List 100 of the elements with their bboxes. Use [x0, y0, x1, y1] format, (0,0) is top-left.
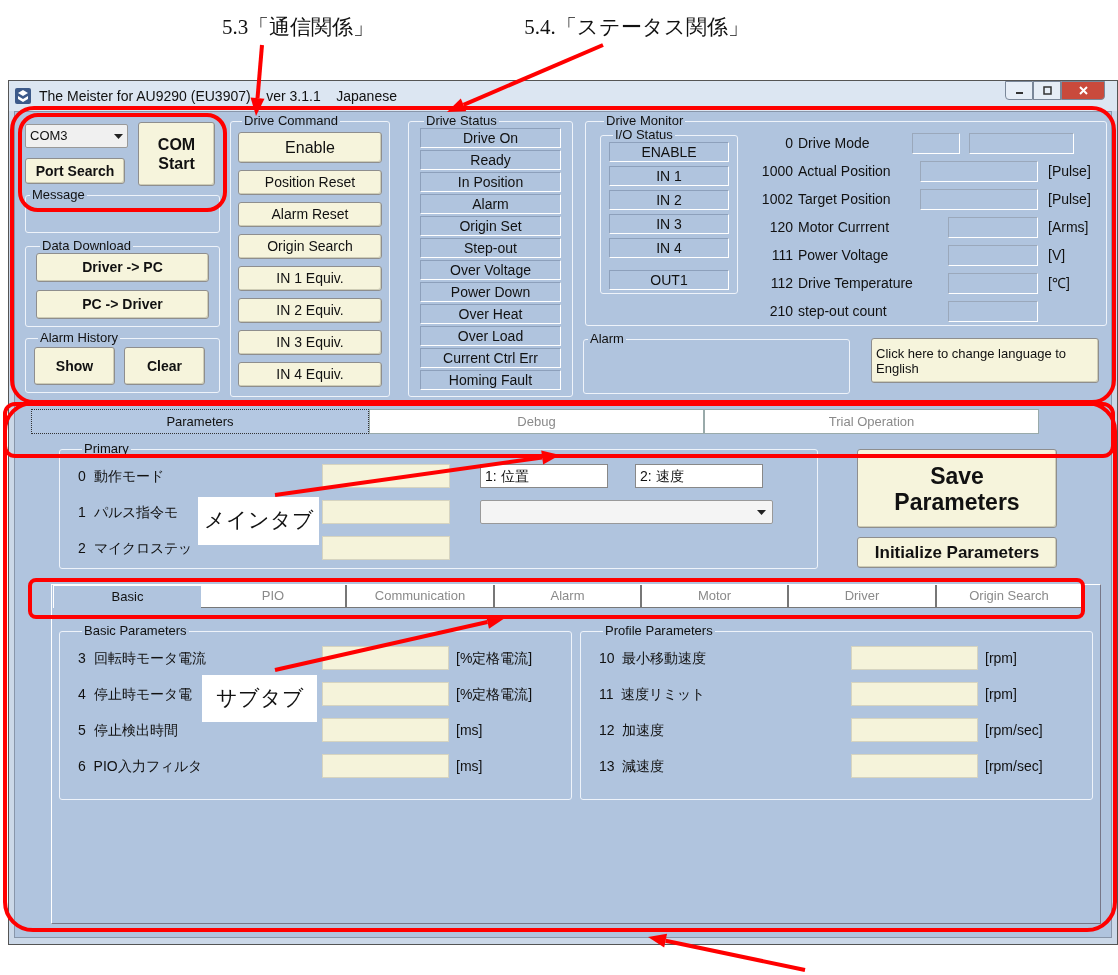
parameter-field[interactable] — [322, 500, 450, 524]
parameter-label: 6 PIO入力フィルタ — [78, 757, 202, 774]
unit-label: [%定格電流] — [456, 684, 533, 704]
com-start-button[interactable]: COM Start — [138, 122, 215, 186]
parameter-label: 13 減速度 — [599, 757, 665, 774]
unit-label: [ms] — [456, 756, 483, 776]
parameter-field[interactable] — [322, 536, 450, 560]
download-button[interactable]: PC -> Driver — [36, 290, 209, 319]
monitor-number: 112 — [769, 274, 793, 293]
parameter-field[interactable] — [851, 718, 978, 742]
sub-tab[interactable]: Alarm — [495, 585, 642, 608]
monitor-number: 111 — [770, 246, 793, 265]
parameter-field[interactable] — [851, 754, 978, 778]
unit-label: [ms] — [456, 720, 483, 740]
monitor-label: Actual Position — [798, 162, 892, 181]
command-button[interactable]: Position Reset — [238, 170, 382, 195]
monitor-label: Power Voltage — [798, 246, 890, 265]
parameter-field[interactable] — [851, 646, 978, 670]
unit-label: [Arms] — [1048, 219, 1089, 235]
sub-tab[interactable]: Motor — [642, 585, 789, 608]
unit-label: [Pulse] — [1048, 163, 1091, 179]
unit-label: [%定格電流] — [456, 648, 533, 668]
group-label: Data Download — [41, 239, 132, 253]
io-indicator: OUT1 — [609, 270, 729, 290]
app-icon — [15, 88, 31, 104]
sub-tab[interactable]: Origin Search — [937, 585, 1083, 608]
parameter-label: 2 マイクロステッ — [78, 539, 192, 556]
unit-label: [rpm/sec] — [985, 720, 1043, 740]
group-label: Profile Parameters — [604, 624, 714, 638]
parameter-label: 12 加速度 — [599, 721, 665, 738]
parameter-label: 1 パルス指令モ — [78, 503, 178, 520]
unit-label: [rpm] — [985, 648, 1017, 668]
dropdown[interactable] — [480, 500, 773, 524]
parameter-field[interactable] — [322, 718, 449, 742]
sub-tab[interactable]: Basic — [53, 585, 201, 608]
group-label: Message — [31, 188, 86, 202]
main-tab[interactable]: Debug — [369, 409, 704, 434]
command-button[interactable]: IN 3 Equiv. — [238, 330, 382, 355]
status-indicator: Drive On — [420, 128, 561, 148]
parameter-label: 0 動作モード — [78, 467, 164, 484]
mode-option: 2: 速度 — [635, 464, 763, 488]
window-title: The Meister for AU9290 (EU3907) ver 3.1.1 Japanese — [39, 86, 397, 106]
status-indicator: Ready — [420, 150, 561, 170]
parameter-field[interactable] — [322, 682, 449, 706]
status-indicator: Origin Set — [420, 216, 561, 236]
group-label: Drive Status — [425, 114, 498, 128]
parameter-field[interactable] — [851, 682, 978, 706]
alarm-history-button[interactable]: Clear — [124, 347, 205, 385]
status-indicator: Alarm — [420, 194, 561, 214]
status-indicator: Over Load — [420, 326, 561, 346]
command-button[interactable]: Enable — [238, 132, 382, 163]
mode-option: 1: 位置 — [480, 464, 608, 488]
annotation-label: サブタブ — [202, 675, 317, 722]
maximize-button[interactable] — [1033, 81, 1061, 100]
pointer-arrow — [250, 44, 265, 116]
parameter-field[interactable] — [322, 646, 449, 670]
unit-label: [Pulse] — [1048, 191, 1091, 207]
command-button[interactable]: IN 2 Equiv. — [238, 298, 382, 323]
unit-label: [rpm/sec] — [985, 756, 1043, 776]
command-button[interactable]: Alarm Reset — [238, 202, 382, 227]
sub-tab[interactable]: Communication — [347, 585, 495, 608]
save-parameters-button[interactable]: Save Parameters — [857, 449, 1057, 528]
parameter-field[interactable] — [322, 754, 449, 778]
group-label: Alarm — [589, 332, 625, 346]
close-button[interactable] — [1061, 81, 1105, 100]
parameter-label: 4 停止時モータ電 — [78, 685, 192, 702]
command-button[interactable]: IN 1 Equiv. — [238, 266, 382, 291]
port-dropdown[interactable]: COM3 — [25, 124, 128, 148]
sub-tab[interactable]: PIO — [201, 585, 347, 608]
monitor-label: step-out count — [798, 302, 888, 321]
status-indicator: In Position — [420, 172, 561, 192]
io-indicator: IN 3 — [609, 214, 729, 234]
value-field — [912, 133, 960, 154]
main-tab[interactable]: Parameters — [31, 409, 369, 434]
monitor-number: 1000 — [760, 162, 793, 181]
parameter-label: 11 速度リミット — [599, 685, 706, 702]
alarm-history-button[interactable]: Show — [34, 347, 115, 385]
download-button[interactable]: Driver -> PC — [36, 253, 209, 282]
main-tab[interactable]: Trial Operation — [704, 409, 1039, 434]
parameter-label: 10 最小移動速度 — [599, 649, 707, 666]
io-indicator: ENABLE — [609, 142, 729, 162]
monitor-label: Drive Temperature — [798, 274, 914, 293]
maximize-icon — [1041, 86, 1053, 95]
status-indicator: Over Heat — [420, 304, 561, 324]
group-label: Alarm History — [39, 331, 119, 345]
status-indicator: Power Down — [420, 282, 561, 302]
annotation-heading: 5.4.「ステータス関係」 — [524, 14, 749, 41]
status-indicator: Step-out — [420, 238, 561, 258]
status-indicator: Over Voltage — [420, 260, 561, 280]
command-button[interactable]: IN 4 Equiv. — [238, 362, 382, 387]
minimize-button[interactable] — [1005, 81, 1033, 100]
parameter-label: 3 回転時モータ電流 — [78, 649, 206, 666]
io-indicator: IN 2 — [609, 190, 729, 210]
monitor-number: 120 — [768, 218, 793, 237]
initialize-parameters-button[interactable]: Initialize Parameters — [857, 537, 1057, 568]
group-label: Drive Monitor — [605, 114, 685, 128]
port-search-button[interactable]: Port Search — [25, 158, 125, 184]
command-button[interactable]: Origin Search — [238, 234, 382, 259]
group-label: I/O Status — [614, 128, 674, 142]
language-button[interactable]: Click here to change language to English — [871, 338, 1099, 383]
